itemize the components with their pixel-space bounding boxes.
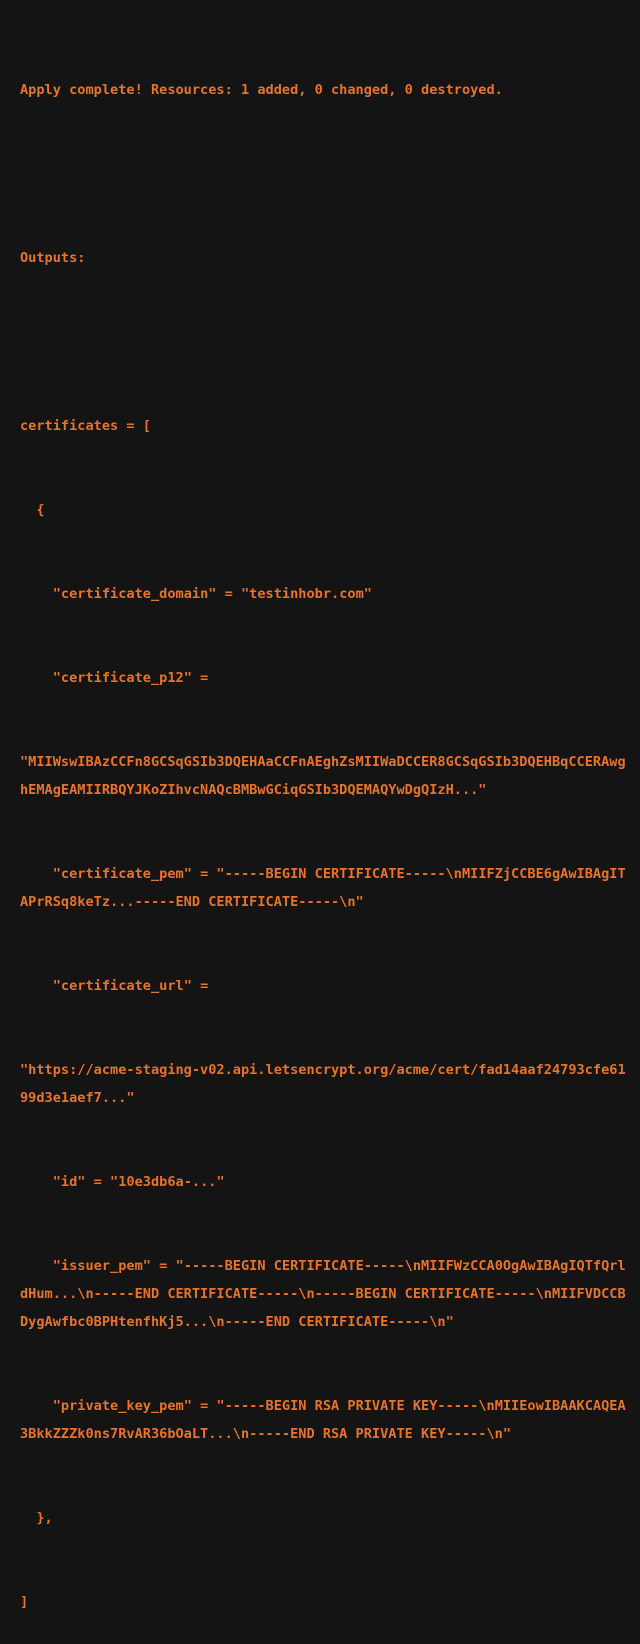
certificate-p12-value-line: "MIIWswIBAzCCFn8GCSqGSIb3DQEHAaCCFnAEghZ… (20, 754, 626, 798)
certificate-url-key-line: "certificate_url" = (20, 978, 209, 994)
outputs-header-line: Outputs: (20, 250, 86, 266)
certificate-domain-line: "certificate_domain" = "testinhobr.com" (20, 586, 372, 602)
object-close-line: }, (20, 1510, 53, 1526)
terminal-output-pane[interactable]: Apply complete! Resources: 1 added, 0 ch… (0, 0, 640, 1610)
object-open-line: { (20, 502, 45, 518)
issuer-pem-line: "issuer_pem" = "-----BEGIN CERTIFICATE--… (20, 1258, 626, 1330)
certificate-url-value-line: "https://acme-staging-v02.api.letsencryp… (20, 1062, 626, 1106)
private-key-pem-line: "private_key_pem" = "-----BEGIN RSA PRIV… (20, 1398, 626, 1442)
certificates-close-line: ] (20, 1594, 29, 1610)
certificate-pem-line: "certificate_pem" = "-----BEGIN CERTIFIC… (20, 866, 626, 910)
certificates-open-line: certificates = [ (20, 418, 151, 434)
certificate-p12-key-line: "certificate_p12" = (20, 670, 209, 686)
apply-complete-line: Apply complete! Resources: 1 added, 0 ch… (20, 82, 503, 98)
id-line: "id" = "10e3db6a-..." (20, 1174, 225, 1190)
